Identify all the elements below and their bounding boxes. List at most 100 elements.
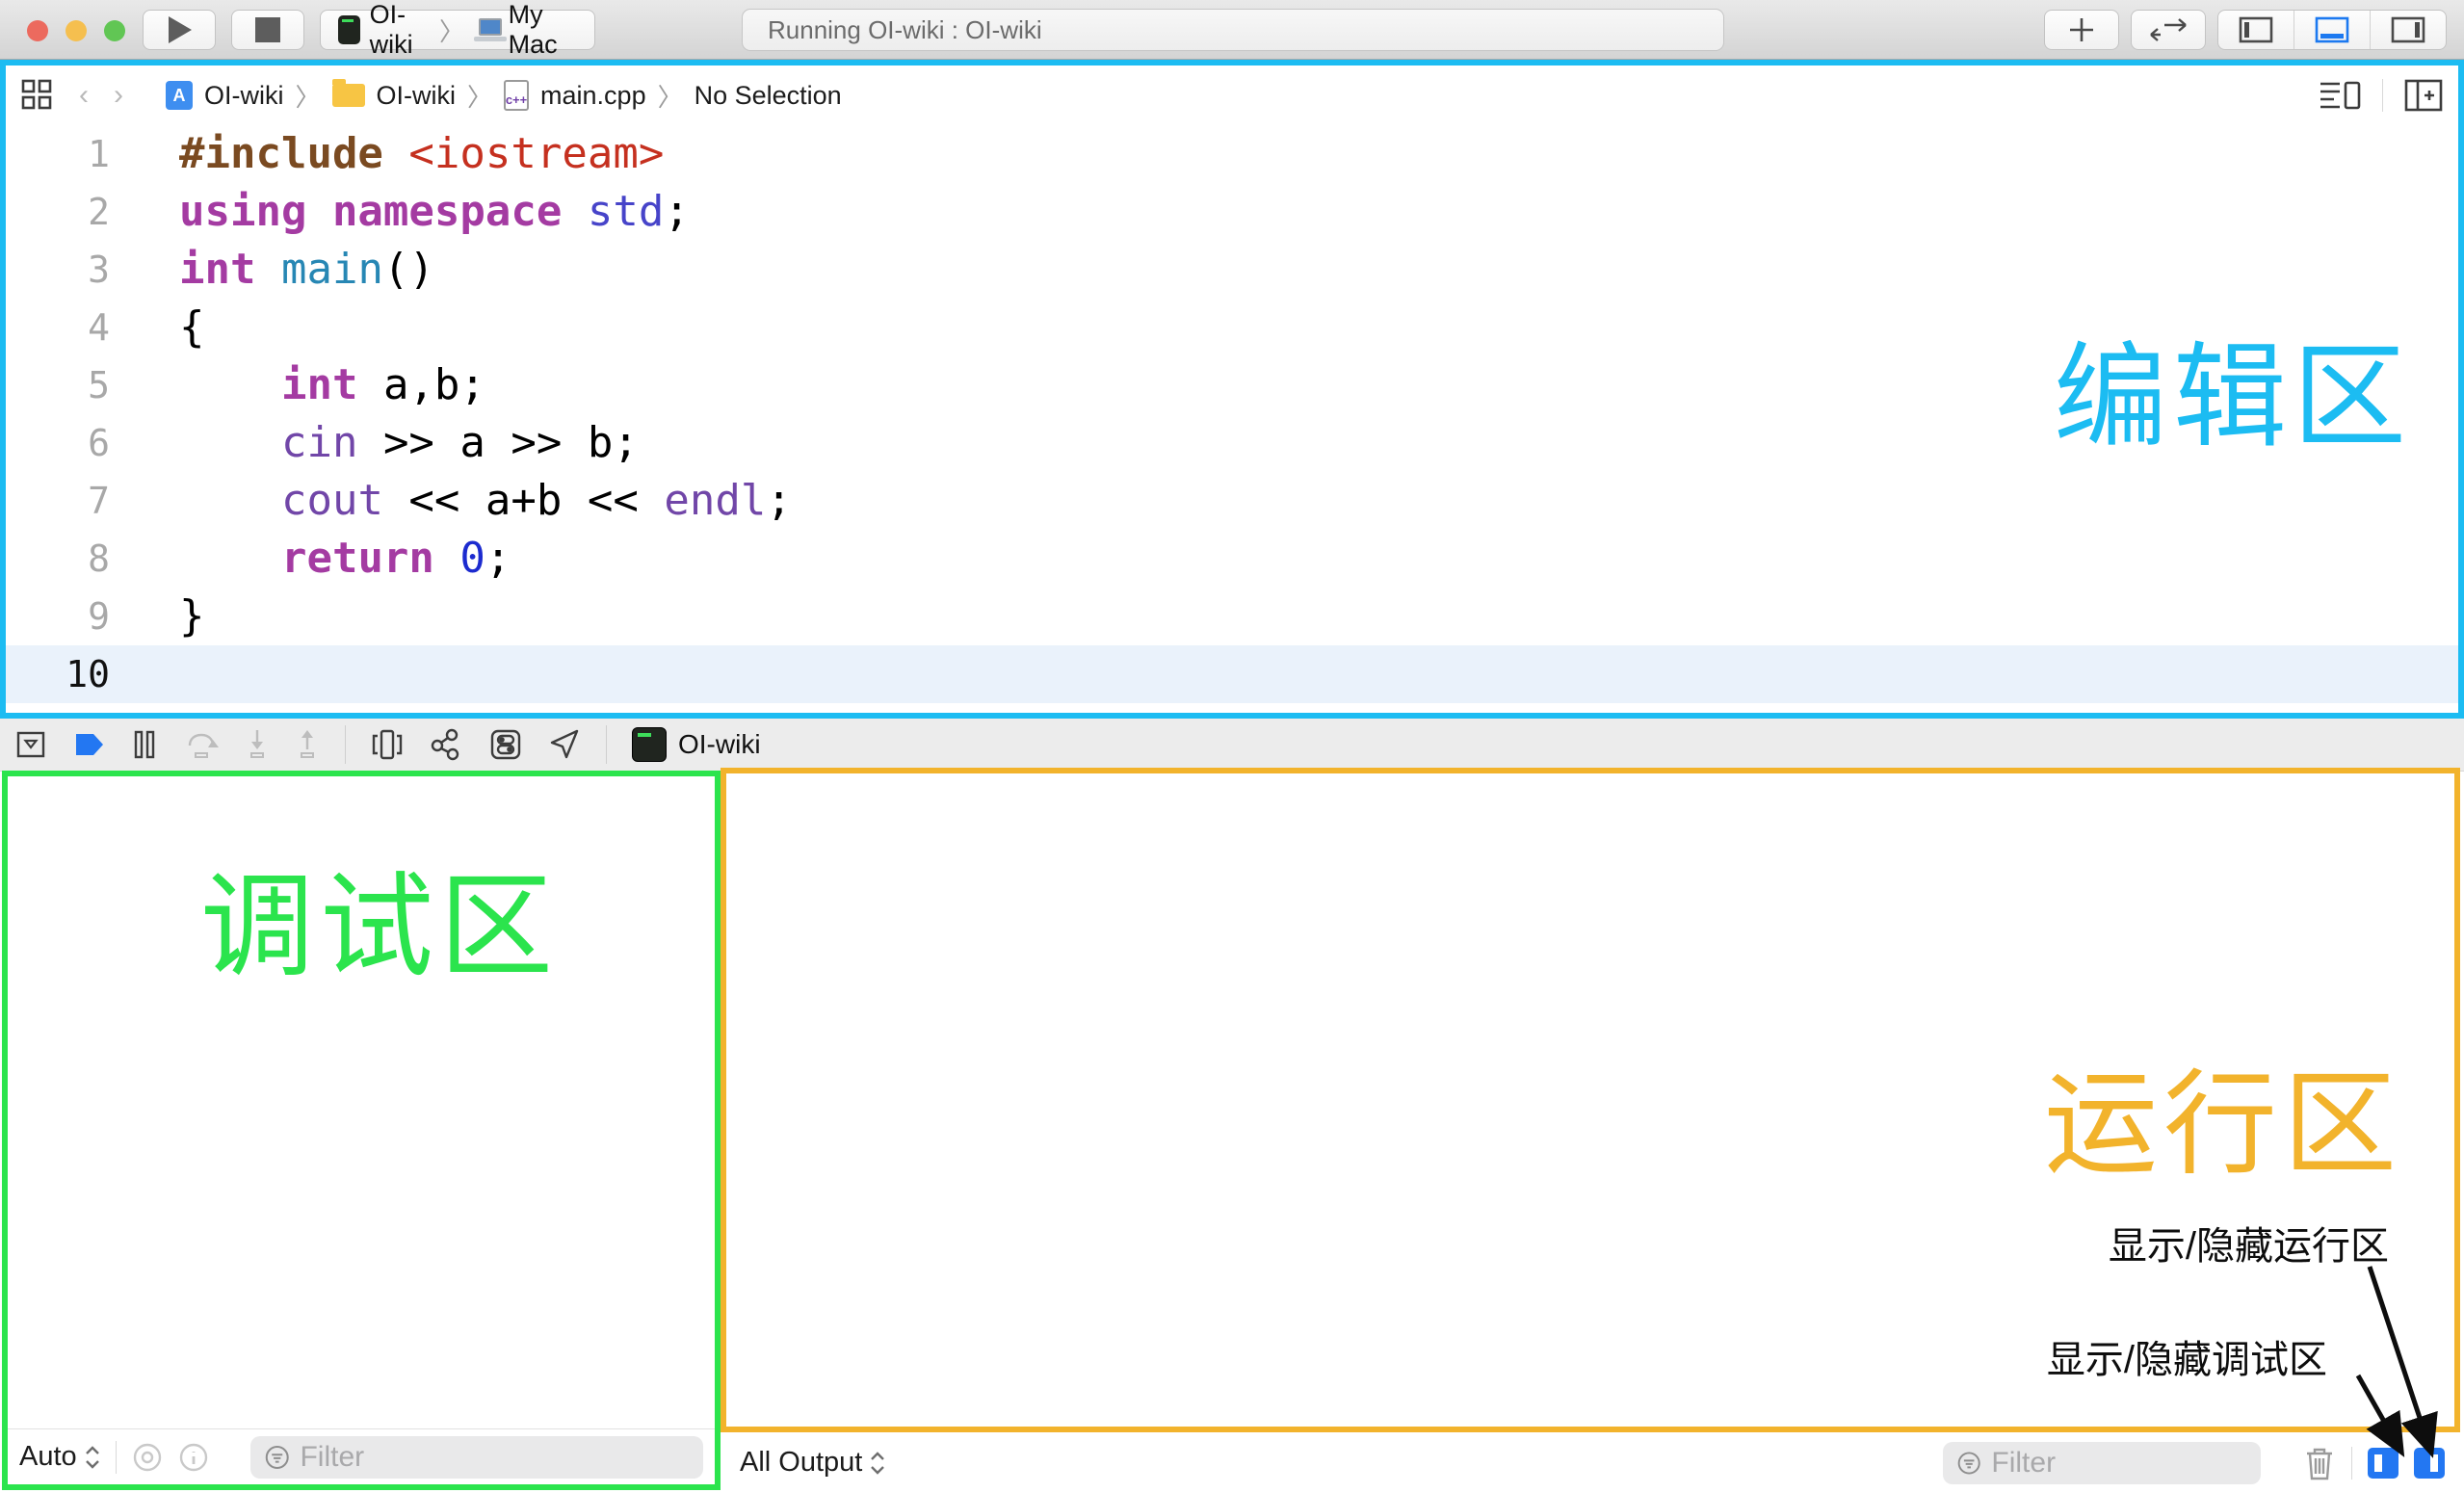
token-plain: { — [179, 302, 205, 352]
breadcrumb-selection[interactable]: No Selection — [695, 81, 842, 111]
scope-label: Auto — [19, 1441, 77, 1473]
toggle-debug-area-button[interactable] — [2294, 11, 2370, 49]
simulate-location-icon[interactable] — [548, 728, 581, 761]
panel-right-icon — [2391, 16, 2425, 43]
token-plain — [179, 476, 281, 525]
code-line[interactable]: 3int main() — [6, 241, 2458, 299]
code-line[interactable]: 1 #include <iostream> — [6, 125, 2458, 183]
related-items-icon[interactable] — [21, 79, 54, 112]
filter-icon — [264, 1443, 290, 1472]
process-name: OI-wiki — [678, 729, 761, 760]
environment-overrides-icon[interactable] — [488, 727, 523, 762]
variables-filter-field[interactable] — [250, 1436, 703, 1479]
token-include: <iostream> — [408, 129, 664, 178]
token-plain: } — [179, 591, 205, 641]
token-plain: ; — [766, 476, 792, 525]
line-number: 5 — [6, 356, 110, 414]
add-editor-icon[interactable] — [2404, 79, 2443, 112]
token-keyword: using namespace — [179, 187, 562, 236]
hide-debug-area-icon[interactable] — [13, 727, 48, 762]
breadcrumb-separator: 〉 — [658, 78, 683, 114]
title-bar: OI-wiki 〉 My Mac Running OI-wiki : OI-wi… — [0, 0, 2464, 60]
toggle-inspector-button[interactable] — [2370, 11, 2446, 49]
xcode-window: OI-wiki 〉 My Mac Running OI-wiki : OI-wi… — [0, 0, 2464, 1493]
token-plain: ; — [664, 187, 690, 236]
panel-left-icon — [2239, 16, 2273, 43]
divider — [2351, 1447, 2352, 1480]
status-text: Running OI-wiki : OI-wiki — [768, 15, 1042, 45]
stop-button[interactable] — [231, 10, 304, 50]
divider — [116, 1441, 117, 1474]
divider — [606, 725, 607, 764]
scheme-separator: 〉 — [439, 13, 464, 48]
divider — [345, 725, 346, 764]
target-app-icon — [338, 15, 360, 44]
panel-toggle-group — [2217, 10, 2447, 50]
token-function: main — [281, 245, 383, 294]
scheme-destination: My Mac — [509, 0, 577, 60]
code-line[interactable]: 9} — [6, 588, 2458, 645]
breadcrumb-group[interactable]: OI-wiki — [377, 81, 457, 111]
show-hide-console-button[interactable] — [2414, 1448, 2445, 1479]
code-line[interactable]: 10 — [6, 645, 2458, 703]
scheme-selector[interactable]: OI-wiki 〉 My Mac — [320, 10, 595, 50]
token-keyword: int — [179, 245, 255, 294]
line-number: 10 — [6, 645, 110, 703]
quicklook-eye-icon[interactable] — [132, 1442, 163, 1473]
line-number: 1 — [6, 125, 110, 183]
code-line-text: using namespace std; — [179, 183, 690, 241]
library-button[interactable] — [2044, 10, 2119, 50]
play-icon — [165, 14, 194, 45]
token-number: 0 — [459, 534, 485, 583]
breadcrumb-file[interactable]: main.cpp — [540, 81, 646, 111]
editor-mode-button[interactable] — [2131, 10, 2206, 50]
token-plain — [179, 418, 281, 467]
breadcrumb-separator: 〉 — [467, 78, 492, 114]
step-over-icon[interactable] — [183, 728, 220, 761]
debug-area-annotation: 调试区 — [200, 834, 559, 999]
token-keyword: int — [281, 360, 357, 409]
show-hide-debug-area-button[interactable] — [2368, 1448, 2398, 1479]
code-line[interactable]: 7 cout << a+b << endl; — [6, 472, 2458, 530]
line-number: 7 — [6, 472, 110, 530]
view-hierarchy-debugger-icon[interactable] — [371, 727, 404, 762]
console-filter-input[interactable] — [1991, 1447, 2247, 1480]
stepper-icon — [85, 1444, 100, 1471]
running-process[interactable]: OI-wiki — [632, 727, 761, 762]
token-plain: () — [383, 245, 434, 294]
adjust-editor-options-icon[interactable] — [2319, 79, 2361, 112]
toggle-navigator-button[interactable] — [2218, 11, 2294, 49]
toggle-debug-annotation: 显示/隐藏调试区 — [2047, 1328, 2327, 1384]
minimize-window-button[interactable] — [66, 20, 87, 41]
code-line[interactable]: 2 using namespace std; — [6, 183, 2458, 241]
token-plain — [434, 534, 460, 583]
close-window-button[interactable] — [27, 20, 48, 41]
breakpoints-toggle-icon[interactable] — [73, 730, 106, 759]
code-line-text: int a,b; — [179, 356, 485, 414]
memory-graph-debugger-icon[interactable] — [429, 727, 463, 762]
variables-bottom-bar: Auto — [8, 1428, 715, 1484]
clear-console-trash-icon[interactable] — [2303, 1445, 2336, 1481]
code-line-text: #include <iostream> — [179, 125, 664, 183]
stepper-icon — [870, 1450, 885, 1477]
token-plain — [562, 187, 588, 236]
filter-icon — [1956, 1449, 1981, 1478]
zoom-window-button[interactable] — [104, 20, 125, 41]
variables-filter-input[interactable] — [300, 1441, 690, 1474]
token-plain — [255, 245, 281, 294]
code-line[interactable]: 8 return 0; — [6, 530, 2458, 588]
console-output-dropdown[interactable]: All Output — [740, 1447, 885, 1479]
run-button[interactable] — [143, 10, 216, 50]
step-out-icon[interactable] — [295, 728, 320, 761]
variables-scope-dropdown[interactable]: Auto — [19, 1441, 100, 1473]
back-forward-buttons[interactable]: ‹› — [79, 79, 148, 112]
breadcrumb-project[interactable]: OI-wiki — [204, 81, 284, 111]
token-plain: a,b; — [357, 360, 485, 409]
console-filter-field[interactable] — [1943, 1442, 2261, 1484]
pause-icon[interactable] — [131, 729, 158, 760]
info-icon[interactable] — [178, 1442, 209, 1473]
line-number: 2 — [6, 183, 110, 241]
token-keyword: return — [281, 534, 434, 583]
project-icon — [166, 81, 193, 110]
step-into-icon[interactable] — [245, 728, 270, 761]
